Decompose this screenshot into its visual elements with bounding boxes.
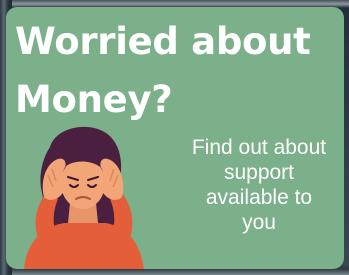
body-line-2: support xyxy=(223,161,295,184)
body-line-4: you xyxy=(242,211,276,234)
body-line-3: available to xyxy=(205,186,313,209)
headline-line-1: Worried about xyxy=(15,20,311,63)
body-line-1: Find out about xyxy=(191,136,327,159)
worried-about-money-banner[interactable]: Worried about Money? Find out about supp… xyxy=(6,7,344,269)
banner-headline: Worried about Money? xyxy=(15,13,340,129)
worried-woman-illustration xyxy=(24,126,144,269)
banner-body-text: Find out about support available to you xyxy=(174,135,344,235)
